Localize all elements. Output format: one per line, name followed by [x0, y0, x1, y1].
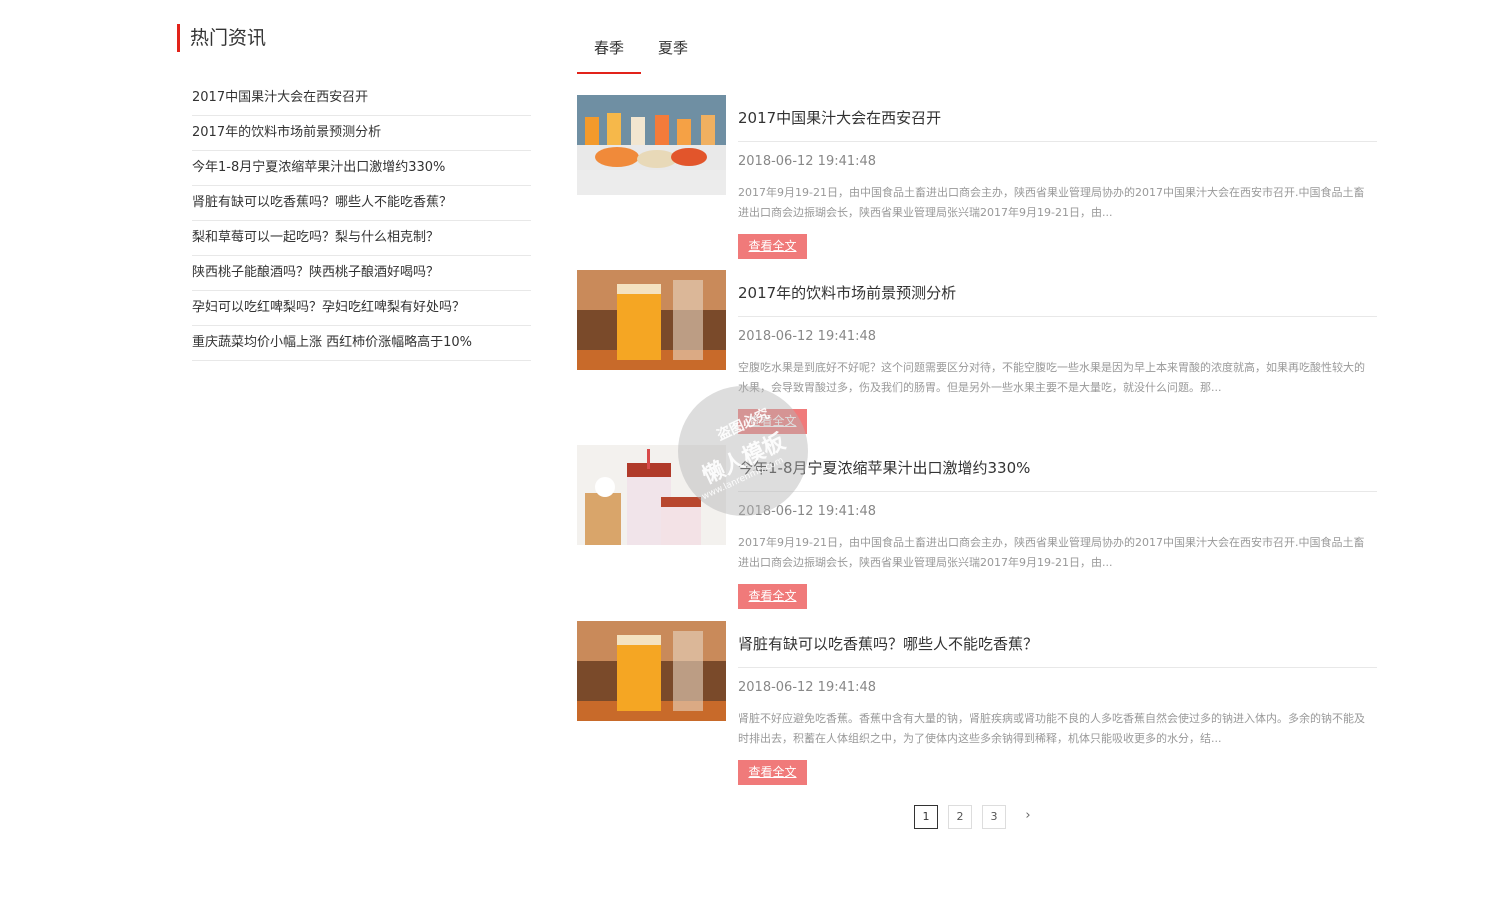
article-date: 2018-06-12 19:41:48: [738, 154, 877, 169]
milk-tea-drinks-image[interactable]: [577, 445, 726, 545]
hot-news-item[interactable]: 肾脏有缺可以吃香蕉吗？哪些人不能吃香蕉？: [192, 186, 531, 221]
read-more-button[interactable]: 查看全文: [738, 234, 807, 259]
read-more-button[interactable]: 查看全文: [738, 409, 807, 434]
hot-news-item[interactable]: 2017中国果汁大会在西安召开: [192, 81, 531, 116]
article-card: 2017年的饮料市场前景预测分析 2018-06-12 19:41:48 空腹吃…: [577, 270, 1377, 445]
hot-news-item[interactable]: 陕西桃子能酿酒吗？陕西桃子酿酒好喝吗？: [192, 256, 531, 291]
article-date: 2018-06-12 19:41:48: [738, 329, 877, 344]
orange-juice-glass-image[interactable]: [577, 270, 726, 370]
orange-juice-glass-image[interactable]: [577, 621, 726, 721]
hot-news-item[interactable]: 梨和草莓可以一起吃吗？梨与什么相克制？: [192, 221, 531, 256]
sidebar-title: 热门资讯: [177, 24, 531, 52]
juice-glasses-fruit-image[interactable]: [577, 95, 726, 195]
article-summary: 肾脏不好应避免吃香蕉。香蕉中含有大量的钠，肾脏疾病或肾功能不良的人多吃香蕉自然会…: [738, 712, 1365, 745]
page-button-2[interactable]: 2: [948, 805, 972, 829]
tab-spring[interactable]: 春季: [577, 24, 641, 74]
hot-news-list: 2017中国果汁大会在西安召开 2017年的饮料市场前景预测分析 今年1-8月宁…: [192, 81, 531, 361]
article-date: 2018-06-12 19:41:48: [738, 504, 877, 519]
article-summary: 空腹吃水果是到底好不好呢？这个问题需要区分对待，不能空腹吃一些水果是因为早上本来…: [738, 361, 1365, 394]
article-summary: 2017年9月19-21日，由中国食品土畜进出口商会主办，陕西省果业管理局协办的…: [738, 186, 1365, 219]
article-title[interactable]: 肾脏有缺可以吃香蕉吗？哪些人不能吃香蕉？: [738, 633, 1377, 668]
article-title[interactable]: 2017年的饮料市场前景预测分析: [738, 282, 1377, 317]
article-card: 2017中国果汁大会在西安召开 2018-06-12 19:41:48 2017…: [577, 95, 1377, 270]
read-more-button[interactable]: 查看全文: [738, 760, 807, 785]
article-list-section: 春季 夏季 2017中国果汁大会在西安召开 2018-06-12 19:41:4…: [577, 24, 1377, 829]
hot-news-sidebar: 热门资讯 2017中国果汁大会在西安召开 2017年的饮料市场前景预测分析 今年…: [177, 24, 531, 361]
article-summary: 2017年9月19-21日，由中国食品土畜进出口商会主办，陕西省果业管理局协办的…: [738, 536, 1365, 569]
page-button-1[interactable]: 1: [914, 805, 938, 829]
article-card: 肾脏有缺可以吃香蕉吗？哪些人不能吃香蕉？ 2018-06-12 19:41:48…: [577, 621, 1377, 796]
article-title[interactable]: 今年1-8月宁夏浓缩苹果汁出口激增约330%: [738, 457, 1377, 492]
season-tabs: 春季 夏季: [577, 24, 1377, 74]
hot-news-item[interactable]: 今年1-8月宁夏浓缩苹果汁出口激增约330%: [192, 151, 531, 186]
read-more-button[interactable]: 查看全文: [738, 584, 807, 609]
page-button-3[interactable]: 3: [982, 805, 1006, 829]
pagination: 1 2 3 ›: [914, 805, 1040, 829]
article-title[interactable]: 2017中国果汁大会在西安召开: [738, 107, 1377, 142]
hot-news-item[interactable]: 重庆蔬菜均价小幅上涨 西红柿价涨幅略高于10%: [192, 326, 531, 361]
tab-summer[interactable]: 夏季: [641, 24, 705, 74]
hot-news-item[interactable]: 孕妇可以吃红啤梨吗？孕妇吃红啤梨有好处吗？: [192, 291, 531, 326]
hot-news-item[interactable]: 2017年的饮料市场前景预测分析: [192, 116, 531, 151]
article-card: 今年1-8月宁夏浓缩苹果汁出口激增约330% 2018-06-12 19:41:…: [577, 445, 1377, 620]
article-date: 2018-06-12 19:41:48: [738, 680, 877, 695]
next-page-chevron-icon[interactable]: ›: [1016, 805, 1040, 829]
